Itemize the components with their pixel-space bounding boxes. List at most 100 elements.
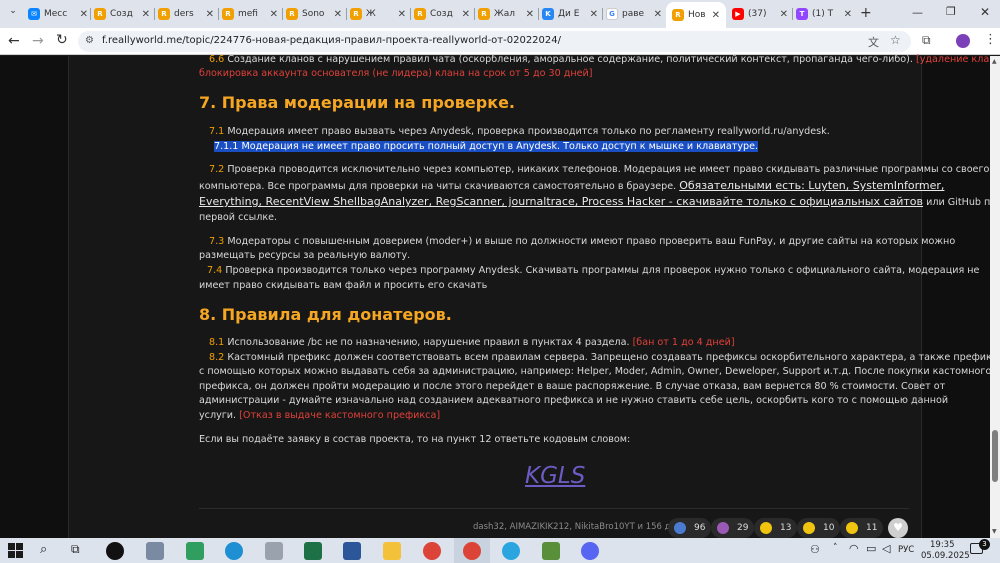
close-icon[interactable]: ✕ [840,9,852,20]
start-button[interactable] [8,543,23,558]
extensions-icon[interactable]: ⧉ [922,33,931,48]
scroll-up-arrow[interactable]: ▲ [992,58,997,65]
close-icon[interactable]: ✕ [776,9,788,20]
google-icon: G [606,8,618,20]
wifi-icon[interactable]: ◠ [849,542,859,555]
discord-icon[interactable] [581,542,599,560]
close-icon[interactable]: ✕ [266,9,278,20]
tab-4[interactable]: R mefi ✕ [222,3,278,25]
post-divider [199,508,909,509]
edge-icon[interactable] [225,542,243,560]
tab-6[interactable]: R Ж ✕ [350,3,406,25]
minimize-button[interactable]: — [912,6,923,19]
scrollbar-thumb[interactable] [992,430,998,482]
forum-icon: R [222,8,234,20]
reaction-count: 29 [737,523,749,533]
telegram-icon[interactable] [502,542,520,560]
close-icon[interactable]: ✕ [650,9,662,20]
reaction-wow[interactable]: 10 [797,518,841,538]
reload-button[interactable]: ↻ [56,32,68,48]
media-player-icon[interactable] [186,542,204,560]
profile-avatar[interactable] [956,34,970,48]
word-icon[interactable] [343,542,361,560]
page-scrollbar[interactable]: ▲ ▼ [990,56,1000,538]
close-icon[interactable]: ✕ [138,9,150,20]
tab-3[interactable]: R ders ✕ [158,3,214,25]
rule-text: Создание кланов с нарушением правил чата… [227,54,913,65]
tab-8[interactable]: R Жал ✕ [478,3,534,25]
tab-search-button[interactable]: ⌄ [6,6,20,20]
back-button[interactable]: ← [8,33,20,49]
react-button[interactable]: ♥ [888,518,908,538]
close-icon[interactable]: ✕ [586,9,598,20]
rule-number: 7.4 [207,265,223,276]
tab-1[interactable]: ✉ Месс ✕ [28,3,88,25]
reaction-laugh[interactable]: 13 [754,518,798,538]
address-bar[interactable]: ⚙ f.reallyworld.me/topic/224776-новая-ре… [78,31,911,52]
close-icon[interactable]: ✕ [202,9,214,20]
chrome-icon[interactable] [423,542,441,560]
forum-icon: R [350,8,362,20]
site-info-icon[interactable]: ⚙ [85,35,94,46]
programs-link[interactable]: Обязательными есть: Luyten, SystemInform… [679,179,944,192]
close-icon[interactable]: ✕ [522,9,534,20]
sad-icon [846,522,858,534]
twitch-icon: T [796,8,808,20]
browser-toolbar: ← → ↻ ⚙ f.reallyworld.me/topic/224776-но… [0,28,1000,55]
heart-icon [674,522,686,534]
reaction-heart[interactable]: 96 [668,518,712,538]
task-view-icon[interactable]: ⧉ [71,542,80,557]
menu-kebab-icon[interactable]: ⋮ [984,32,997,47]
tab-13[interactable]: T (1) T ✕ [796,3,852,25]
tiktok-icon[interactable] [106,542,124,560]
new-tab-button[interactable]: + [860,5,872,21]
clock-time[interactable]: 19:35 [930,540,955,550]
tab-2[interactable]: R Созд ✕ [94,3,150,25]
reaction-count: 10 [823,523,835,533]
forward-button[interactable]: → [32,33,44,49]
language-indicator[interactable]: РУС [898,545,914,555]
code-word-link[interactable]: KGLS [525,463,585,489]
reaction-sad[interactable]: 11 [840,518,884,538]
messenger-icon: ✉ [28,8,40,20]
tab-5[interactable]: R Sono ✕ [286,3,342,25]
reaction-count: 11 [866,523,878,533]
likers-list[interactable]: dash32, AIMAZIKIK212, NikitaBro10YT и 15… [473,520,696,534]
rule-7-2-line4: первой ссылке. [199,212,278,223]
close-icon[interactable]: ✕ [330,9,342,20]
maximize-button[interactable]: ❐ [946,5,956,18]
file-explorer-icon[interactable] [383,542,401,560]
tab-9[interactable]: K Ди Е ✕ [542,3,598,25]
star-face-icon [717,522,729,534]
excel-icon[interactable] [304,542,322,560]
tab-12[interactable]: ▶ (37) ✕ [732,3,788,25]
tray-expand-icon[interactable]: ˄ [833,543,838,553]
bookmark-star-icon[interactable]: ☆ [890,33,901,47]
minecraft-icon[interactable] [542,542,560,560]
web-page: 6.6 Создание кланов с нарушением правил … [0,54,1000,538]
volume-icon[interactable]: ◁ [882,542,890,555]
forum-icon: R [286,8,298,20]
close-icon[interactable]: ✕ [458,9,470,20]
chrome-icon[interactable] [463,542,481,560]
tab-10[interactable]: G раве ✕ [606,3,662,25]
close-icon[interactable]: ✕ [394,9,406,20]
app-icon[interactable] [265,542,283,560]
clock-date[interactable]: 05.09.2025 [921,551,970,561]
close-icon[interactable]: ✕ [708,10,720,21]
calculator-icon[interactable] [146,542,164,560]
reaction-star-face[interactable]: 29 [711,518,755,538]
rule-8-2-line5: услуги. [Отказ в выдаче кастомного префи… [199,409,440,423]
scroll-down-arrow[interactable]: ▼ [992,528,997,535]
tab-7[interactable]: R Созд ✕ [414,3,470,25]
search-icon[interactable]: ⌕ [40,542,47,557]
tab-11-active[interactable]: R Нов ✕ [666,2,726,28]
rule-7-4: 7.4 Проверка производится только через п… [207,264,979,278]
people-icon[interactable]: ⚇ [810,543,820,556]
close-icon[interactable]: ✕ [76,9,88,20]
battery-icon[interactable]: ▭ [866,542,876,555]
translate-icon[interactable]: 文 [868,34,879,50]
wow-icon [803,522,815,534]
programs-link-cont[interactable]: Everything, RecentView ShellbagAnalyzer,… [199,195,923,208]
close-window-button[interactable]: ✕ [980,5,990,19]
